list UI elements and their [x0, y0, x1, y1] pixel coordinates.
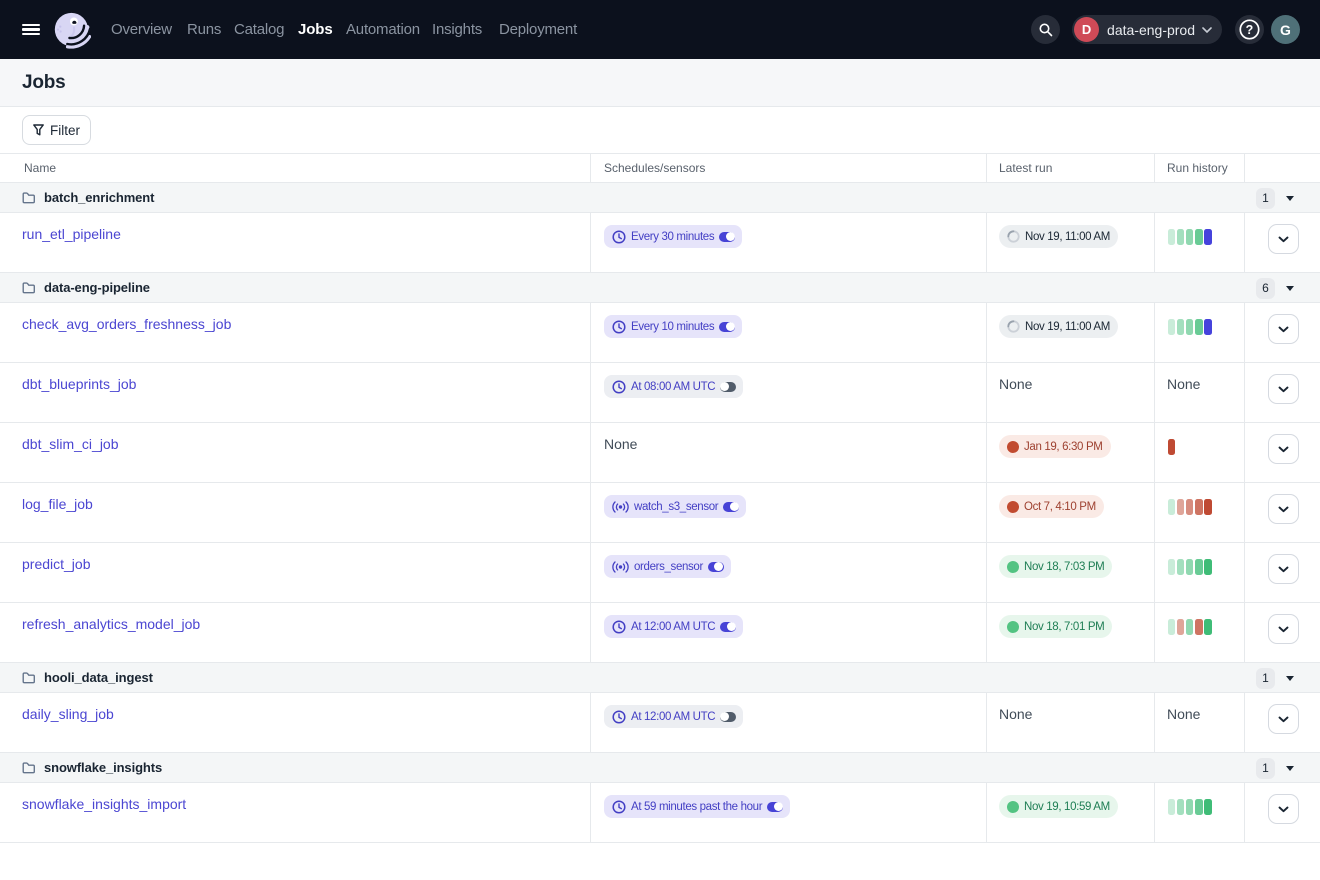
- svg-text:?: ?: [1246, 23, 1254, 37]
